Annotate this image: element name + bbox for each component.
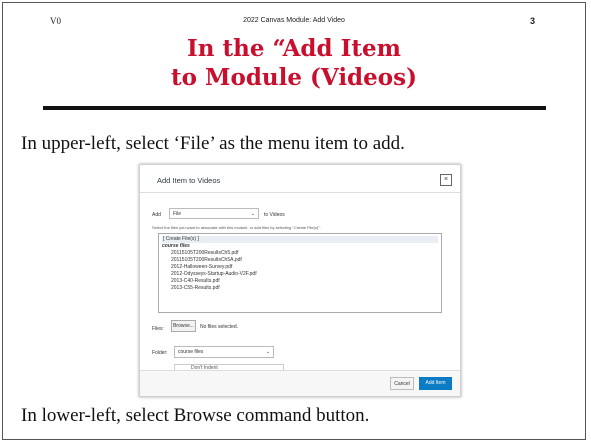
slide-title-line-2: to Module (Videos) [171, 64, 417, 91]
dialog-footer: Cancel Add Item [140, 370, 460, 396]
dialog-divider [140, 192, 460, 193]
file-list-item[interactable]: 20115105T200ResultsCh5.pdf [162, 250, 438, 257]
file-list-item[interactable]: 20115105T200ResultsCh5A.pdf [162, 257, 438, 264]
instruction-paragraph-1: In upper-left, select ‘File’ as the menu… [21, 133, 405, 154]
cancel-button[interactable]: Cancel [390, 377, 414, 390]
dialog-title: Add Item to Videos [157, 176, 221, 185]
file-list[interactable]: [ Create File(s) ] course files 20115105… [158, 233, 442, 313]
files-label: Files: [152, 326, 164, 332]
file-list-item[interactable]: 2012-Odysseys-Startup-Audio-V2F.pdf [162, 271, 438, 278]
file-list-item[interactable]: 2013-C55-Results.pdf [162, 285, 438, 292]
slide: V0 2022 Canvas Module: Add Video 3 In th… [2, 2, 586, 440]
file-list-item[interactable]: 2012-Halloween-Survey.pdf [162, 264, 438, 271]
chevron-down-icon: ⌄ [265, 349, 270, 355]
header-title: 2022 Canvas Module: Add Video [243, 17, 345, 24]
dialog-instructions: Select the files you want to associate w… [152, 225, 321, 230]
page-number: 3 [529, 16, 535, 26]
folder-group-label: course files [162, 243, 190, 249]
chevron-down-icon: ⌄ [250, 211, 255, 217]
add-item-dialog-screenshot: Add Item to Videos × Add File ⌄ to Video… [139, 164, 461, 397]
close-icon[interactable]: × [440, 174, 452, 186]
no-file-selected-text: No files selected. [200, 324, 239, 330]
browse-button[interactable]: Browse... [171, 320, 196, 332]
title-divider [43, 106, 546, 110]
create-files-option[interactable]: [ Create File(s) ] [162, 236, 438, 243]
slide-title: In the “Add Item to Module (Videos) [3, 34, 585, 92]
add-suffix: to Videos [264, 212, 285, 218]
slide-title-line-1: In the “Add Item [187, 35, 401, 62]
folder-select-value: course files [178, 349, 204, 355]
add-item-button[interactable]: Add Item [419, 377, 452, 390]
add-type-select[interactable]: File ⌄ [169, 208, 259, 219]
add-type-select-value: File [173, 211, 182, 217]
file-list-item[interactable]: 2013-C40-Results.pdf [162, 278, 438, 285]
folder-label: Folder: [152, 350, 168, 356]
instruction-paragraph-2: In lower-left, select Browse command but… [21, 405, 370, 426]
folder-select[interactable]: course files ⌄ [174, 346, 274, 358]
add-label: Add [152, 212, 161, 218]
